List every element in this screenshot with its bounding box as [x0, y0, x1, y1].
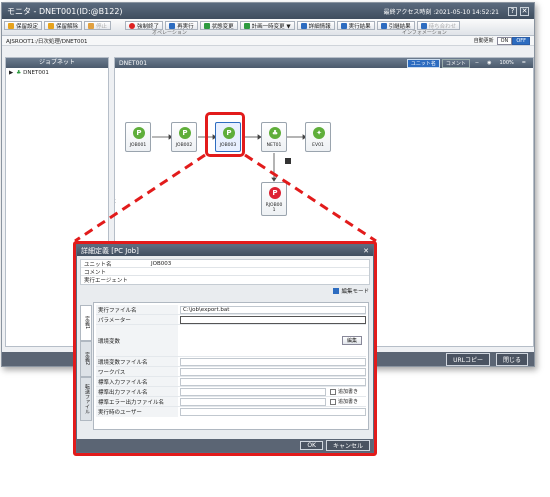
- highlight-dialog: [73, 241, 377, 456]
